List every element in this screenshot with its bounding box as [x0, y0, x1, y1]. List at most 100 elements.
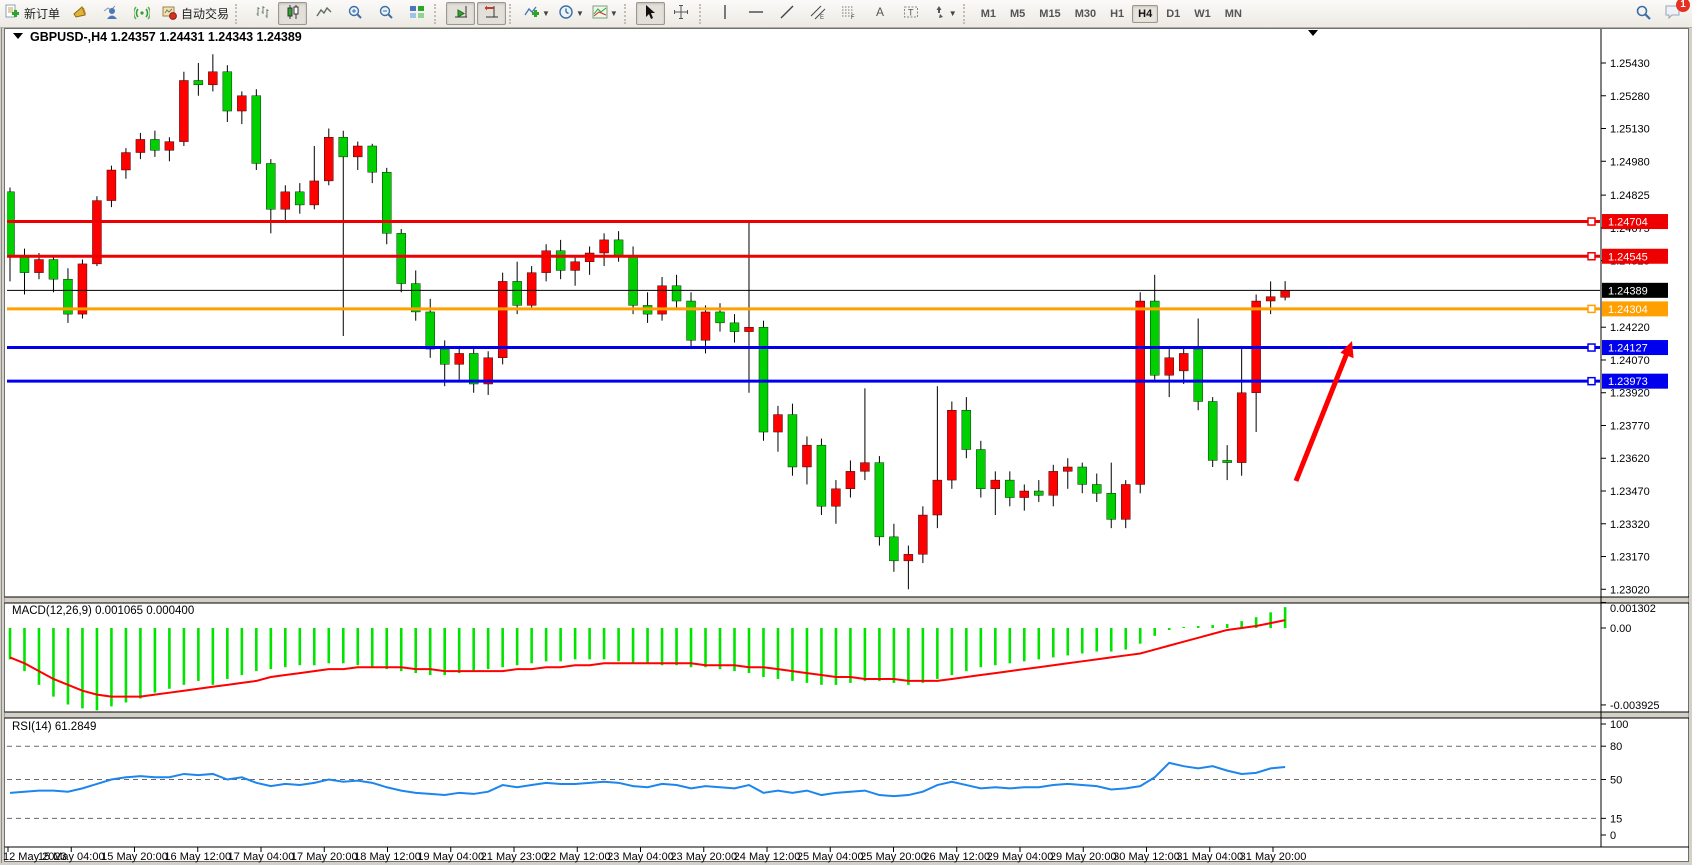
auto-scroll-button[interactable]	[446, 2, 475, 25]
line-selection-handle[interactable]	[1588, 253, 1595, 260]
horizontal-line-icon	[748, 4, 764, 23]
timeframe-button-M30[interactable]: M30	[1069, 5, 1102, 23]
line-chart-icon	[316, 4, 332, 23]
arrows-icon	[931, 4, 947, 23]
price-label-text: 1.24127	[1608, 343, 1648, 355]
text-button[interactable]: A	[866, 2, 895, 25]
rsi-panel-title: RSI(14) 61.2849	[12, 721, 96, 733]
candle-bullish	[600, 240, 609, 253]
chart-canvas[interactable]: 1.254301.252801.251301.249801.248251.246…	[0, 0, 1692, 865]
tile-windows-button[interactable]	[402, 2, 431, 25]
candle-bullish	[353, 146, 362, 157]
fibonacci-button[interactable]: F	[835, 2, 864, 25]
zoom-in-icon	[347, 4, 363, 23]
new-order-button[interactable]: 新订单	[1, 2, 63, 25]
macd-panel-title: MACD(12,26,9) 0.001065 0.000400	[12, 605, 194, 617]
new-order-icon	[4, 4, 20, 23]
autotrading-label: 自动交易	[181, 5, 229, 22]
price-axis-label: 1.24980	[1610, 156, 1650, 168]
candle-bullish	[527, 273, 536, 306]
toolbar-separator	[699, 4, 708, 24]
timeframe-button-H4[interactable]: H4	[1132, 5, 1158, 23]
price-axis-label: 1.24070	[1610, 355, 1650, 367]
indicators-icon	[524, 4, 540, 23]
candle-bearish	[339, 137, 348, 157]
svg-text:T: T	[908, 8, 914, 18]
time-axis-label: 29 May 04:00	[987, 851, 1054, 863]
crosshair-button[interactable]	[667, 2, 696, 25]
price-label-text: 1.24304	[1608, 304, 1648, 316]
periods-button[interactable]: ▼	[555, 2, 587, 25]
templates-button[interactable]: ▼	[589, 2, 621, 25]
timeframe-button-M15[interactable]: M15	[1033, 5, 1066, 23]
candle-bullish	[281, 192, 290, 209]
bar-chart-icon	[254, 4, 270, 23]
auto-scroll-icon	[453, 4, 469, 23]
indicators-button[interactable]: ▼	[521, 2, 553, 25]
metatrader-window: 新订单 自动交易	[0, 0, 1692, 865]
timeframe-button-H1[interactable]: H1	[1104, 5, 1130, 23]
text-label-button[interactable]: T	[897, 2, 926, 25]
market-button[interactable]	[65, 2, 94, 25]
candle-bearish	[716, 312, 725, 323]
candle-bullish	[1281, 290, 1290, 297]
candle-bearish	[889, 537, 898, 561]
candle-bullish	[78, 264, 87, 314]
panel-divider[interactable]	[5, 597, 1689, 603]
line-selection-handle[interactable]	[1588, 378, 1595, 385]
candle-bullish	[802, 445, 811, 467]
svg-text:E: E	[820, 15, 824, 20]
candle-bearish	[1034, 491, 1043, 495]
candlestick-chart-button[interactable]	[278, 2, 307, 25]
zoom-in-button[interactable]	[340, 2, 369, 25]
candle-bullish	[947, 410, 956, 480]
autotrading-button[interactable]: 自动交易	[158, 2, 232, 25]
signals-button[interactable]	[127, 2, 156, 25]
horizontal-line-button[interactable]	[742, 2, 771, 25]
trendline-button[interactable]	[773, 2, 802, 25]
chat-button[interactable]: 1	[1664, 4, 1682, 23]
cursor-button[interactable]	[636, 2, 665, 25]
line-selection-handle[interactable]	[1588, 218, 1595, 225]
price-label-text: 1.23973	[1608, 376, 1648, 388]
time-axis-label: 15 May 04:00	[38, 851, 105, 863]
candle-bullish	[904, 554, 913, 561]
zoom-out-button[interactable]	[371, 2, 400, 25]
macd-axis-label: -0.003925	[1610, 700, 1660, 712]
panel-divider[interactable]	[5, 712, 1689, 718]
candle-bullish	[121, 153, 130, 170]
time-axis-label: 31 May 20:00	[1240, 851, 1307, 863]
timeframe-button-M1[interactable]: M1	[975, 5, 1002, 23]
candle-bullish	[455, 353, 464, 364]
candle-bearish	[1150, 301, 1159, 375]
candle-bearish	[295, 192, 304, 205]
candle-bullish	[1266, 297, 1275, 301]
candle-bullish	[1121, 484, 1130, 519]
candle-bullish	[542, 251, 551, 273]
line-chart-button[interactable]	[309, 2, 338, 25]
candle-bearish	[266, 163, 275, 209]
arrows-button[interactable]: ▼	[928, 2, 960, 25]
virtual-hosting-button[interactable]	[96, 2, 125, 25]
candle-bullish	[1165, 358, 1174, 375]
candle-bearish	[150, 139, 159, 150]
toolbar-separator	[624, 4, 633, 24]
candle-bearish	[368, 146, 377, 172]
bar-chart-button[interactable]	[247, 2, 276, 25]
timeframe-button-MN[interactable]: MN	[1219, 5, 1248, 23]
trendline-icon	[779, 4, 795, 23]
candle-bullish	[310, 181, 319, 205]
candle-bullish	[324, 137, 333, 181]
candle-bearish	[194, 80, 203, 84]
vertical-line-button[interactable]	[711, 2, 740, 25]
line-selection-handle[interactable]	[1588, 344, 1595, 351]
timeframe-button-M5[interactable]: M5	[1004, 5, 1031, 23]
timeframe-button-W1[interactable]: W1	[1188, 5, 1217, 23]
timeframe-button-D1[interactable]: D1	[1160, 5, 1186, 23]
chart-shift-button[interactable]	[477, 2, 506, 25]
line-selection-handle[interactable]	[1588, 305, 1595, 312]
search-icon[interactable]	[1635, 4, 1652, 24]
candle-bullish	[237, 96, 246, 111]
equidistant-channel-button[interactable]: E	[804, 2, 833, 25]
candle-bearish	[223, 72, 232, 111]
